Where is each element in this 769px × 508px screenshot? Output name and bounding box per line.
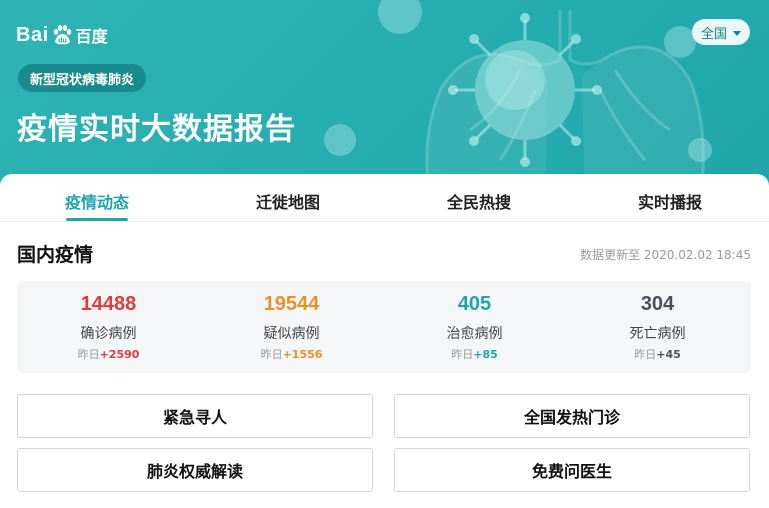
chevron-down-icon bbox=[733, 30, 741, 36]
pneumonia-guide-button[interactable]: 肺炎权威解读 bbox=[17, 448, 373, 492]
tab-migration-map[interactable]: 迁徙地图 bbox=[256, 189, 320, 213]
stat-label: 死亡病例 bbox=[629, 326, 686, 342]
stat-label: 确诊病例 bbox=[80, 326, 137, 342]
ask-doctor-button[interactable]: 免费问医生 bbox=[394, 448, 750, 492]
stat-value: 304 bbox=[640, 293, 675, 315]
tab-epidemic-dynamics[interactable]: 疫情动态 bbox=[65, 189, 129, 213]
fever-clinics-button[interactable]: 全国发热门诊 bbox=[394, 394, 750, 438]
tab-trending-searches[interactable]: 全民热搜 bbox=[447, 189, 511, 213]
logo-chinese: 百度 bbox=[75, 27, 108, 46]
stat-value: 19544 bbox=[263, 293, 320, 315]
search-person-button[interactable]: 紧急寻人 bbox=[17, 394, 373, 438]
stat-cured: 405 治愈病例 昨日+85 bbox=[383, 281, 566, 373]
tab-bar: 疫情动态 迁徙地图 全民热搜 实时播报 bbox=[0, 174, 769, 222]
logo-paw-text: du bbox=[58, 38, 67, 45]
stat-delta: 昨日+45 bbox=[634, 348, 681, 361]
stat-suspected: 19544 疑似病例 昨日+1556 bbox=[200, 281, 383, 373]
stat-value: 14488 bbox=[80, 293, 137, 315]
main-card: 疫情动态 迁徙地图 全民热搜 实时播报 国内疫情 数据更新至 2020.02.0… bbox=[0, 174, 769, 508]
topic-tag: 新型冠状病毒肺炎 bbox=[18, 64, 147, 92]
stat-label: 疑似病例 bbox=[263, 326, 320, 342]
page-title: 疫情实时大数据报告 bbox=[17, 112, 296, 147]
stat-delta: 昨日+85 bbox=[451, 348, 498, 361]
tab-live-reports[interactable]: 实时播报 bbox=[638, 189, 702, 213]
stat-delta: 昨日+1556 bbox=[260, 348, 323, 361]
stat-value: 405 bbox=[457, 293, 492, 315]
region-selector-label: 全国 bbox=[700, 26, 727, 42]
baidu-logo[interactable]: Bai du 百度 bbox=[16, 20, 108, 50]
section-title: 国内疫情 bbox=[17, 244, 94, 266]
virus-lung-illustration bbox=[324, 0, 712, 200]
hero-banner: Bai du 百度 全国 新型冠状病毒肺炎 疫情实时大数据报告 bbox=[0, 0, 769, 200]
active-tab-indicator bbox=[66, 218, 128, 221]
baidu-paw-icon: du bbox=[53, 25, 71, 45]
stats-panel: 14488 确诊病例 昨日+2590 19544 疑似病例 昨日+1556 40… bbox=[17, 281, 751, 373]
stat-deaths: 304 死亡病例 昨日+45 bbox=[566, 281, 749, 373]
update-timestamp: 数据更新至 2020.02.02 18:45 bbox=[580, 248, 751, 262]
region-selector[interactable]: 全国 bbox=[692, 19, 750, 45]
stat-label: 治愈病例 bbox=[446, 326, 503, 342]
stat-delta: 昨日+2590 bbox=[77, 348, 140, 361]
stat-confirmed: 14488 确诊病例 昨日+2590 bbox=[17, 281, 200, 373]
logo-wordmark: Bai bbox=[16, 23, 49, 46]
